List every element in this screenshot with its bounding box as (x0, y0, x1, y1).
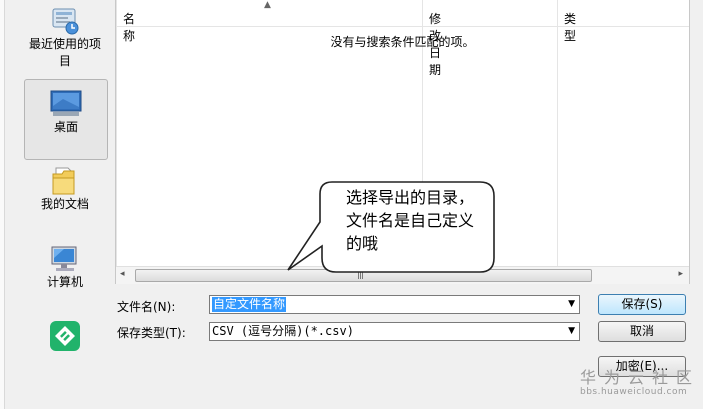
filename-value: 自定文件名称 (212, 297, 287, 312)
cancel-button[interactable]: 取消 (598, 321, 686, 342)
watermark-url: bbs.huaweicloud.com (580, 387, 688, 397)
chevron-down-icon[interactable]: ▼ (568, 323, 575, 340)
chevron-down-icon[interactable]: ▼ (568, 296, 575, 313)
callout-line: 选择导出的目录， (346, 188, 475, 207)
callout-line: 文件名是自己定义 (346, 211, 475, 230)
filetype-label: 保存类型(T): (117, 326, 186, 340)
callout-line: 的哦 (346, 234, 379, 253)
watermark-title: 华为云社区 (580, 368, 701, 387)
filetype-select[interactable]: CSV (逗号分隔)(*.csv) ▼ (209, 322, 580, 341)
callout-text: 选择导出的目录， 文件名是自己定义 的哦 (346, 186, 496, 255)
filetype-value: CSV (逗号分隔)(*.csv) (212, 324, 354, 338)
watermark: 华为云社区 bbs.huaweicloud.com (580, 368, 701, 398)
filename-input[interactable]: 自定文件名称 ▼ (209, 295, 580, 314)
filename-label: 文件名(N): (117, 300, 176, 314)
save-button[interactable]: 保存(S) (598, 294, 686, 315)
